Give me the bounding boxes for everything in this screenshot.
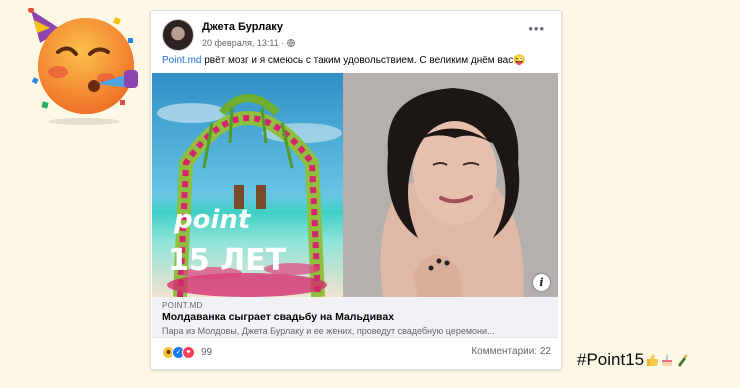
- post-footer: ☻ ✓ ♥ 99 Комментарии: 22: [162, 346, 551, 360]
- post-image[interactable]: point 15 ЛЕТ i: [152, 73, 558, 297]
- author-name[interactable]: Джета Бурлаку: [202, 21, 283, 33]
- hashtag-text: #Point15: [577, 350, 645, 369]
- post-body: рвёт мозг и я смеюсь с таким удовольстви…: [201, 55, 526, 66]
- post-text: Point.md рвёт мозг и я смеюсь с таким уд…: [162, 55, 551, 66]
- facebook-post-card: Джета Бурлаку 20 февраля, 13:11 · ••• Po…: [150, 10, 562, 370]
- globe-icon: [287, 39, 296, 47]
- thumbs-up-icon: [647, 354, 659, 366]
- love-reaction-icon: ♥: [182, 346, 195, 359]
- wedding-arch-image: point 15 ЛЕТ: [152, 73, 343, 297]
- post-link[interactable]: Point.md: [162, 55, 201, 66]
- emoji-shadow: [48, 118, 120, 125]
- link-preview[interactable]: POINT.MD Молдаванка сыграет свадьбу на М…: [152, 297, 558, 338]
- info-icon[interactable]: i: [533, 274, 550, 291]
- link-title[interactable]: Молдаванка сыграет свадьбу на Мальдивах: [162, 311, 394, 323]
- post-date[interactable]: 20 февраля, 13:11 ·: [202, 38, 284, 48]
- reactions-count: 99: [201, 347, 213, 358]
- party-face-emoji-icon: [28, 8, 138, 114]
- avatar[interactable]: [162, 19, 194, 51]
- hashtag-caption: #Point15: [577, 350, 689, 370]
- post-header: Джета Бурлаку 20 февраля, 13:11 · •••: [162, 19, 551, 53]
- link-description: Пара из Молдовы, Джета Бурлаку и ее жени…: [162, 326, 495, 336]
- cake-icon: [662, 354, 673, 366]
- brand-overlay-text: point: [173, 205, 252, 235]
- more-icon[interactable]: •••: [528, 22, 545, 35]
- portrait-image: [343, 73, 558, 297]
- years-overlay-text: 15 ЛЕТ: [168, 243, 287, 278]
- link-domain: POINT.MD: [162, 301, 203, 310]
- comments-count[interactable]: Комментарии: 22: [471, 346, 551, 357]
- post-meta: 20 февраля, 13:11 ·: [202, 38, 296, 48]
- reactions[interactable]: ☻ ✓ ♥ 99: [162, 346, 212, 359]
- champagne-bottle-icon: [678, 354, 688, 367]
